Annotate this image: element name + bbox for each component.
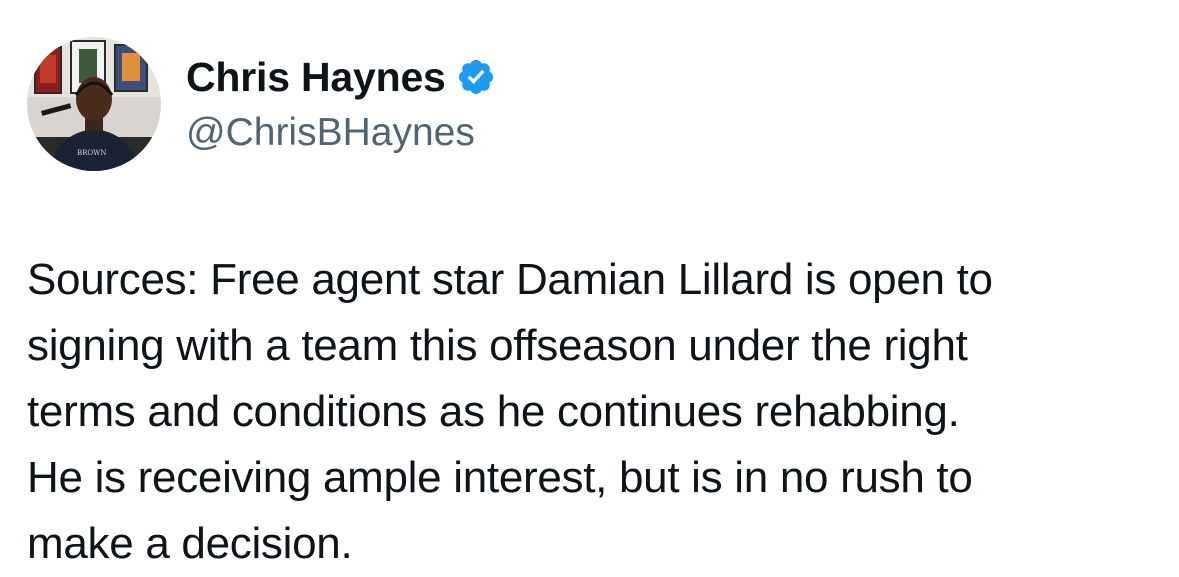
- author-name-row: Chris Haynes: [186, 51, 496, 103]
- verified-badge-icon: [456, 57, 496, 97]
- tweet-text-line: He is receiving ample interest, but is i…: [27, 453, 973, 502]
- svg-text:BROWN: BROWN: [77, 149, 106, 157]
- avatar[interactable]: BROWN: [27, 37, 161, 171]
- tweet-text-line: terms and conditions as he continues reh…: [27, 387, 960, 436]
- author-display-name[interactable]: Chris Haynes: [186, 51, 446, 103]
- avatar-photo: BROWN: [27, 37, 161, 171]
- tweet-text-line: signing with a team this offseason under…: [27, 321, 968, 370]
- tweet-text-line: Sources: Free agent star Damian Lillard …: [27, 255, 993, 304]
- tweet-text: Sources: Free agent star Damian Lillard …: [27, 247, 1167, 577]
- tweet-card: BROWN Chris Haynes @ChrisBHaynes Sources…: [0, 0, 1179, 576]
- author-handle[interactable]: @ChrisBHaynes: [186, 109, 475, 157]
- tweet-text-line: make a decision.: [27, 519, 353, 568]
